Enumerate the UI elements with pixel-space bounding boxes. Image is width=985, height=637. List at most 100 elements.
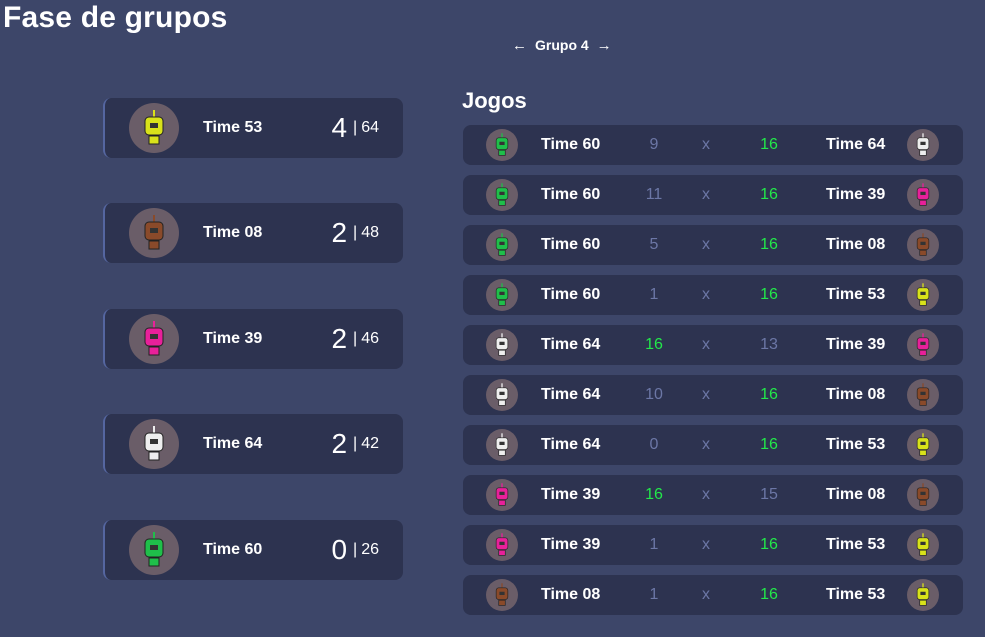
team-avatar — [129, 208, 179, 258]
team-avatar — [129, 103, 179, 153]
home-score: 1 — [649, 586, 659, 603]
away-avatar — [907, 129, 939, 161]
versus-label: x — [702, 386, 710, 403]
robot-icon — [144, 110, 164, 145]
match-row: Time 39 16 x 15 Time 08 — [463, 475, 963, 515]
home-score: 11 — [645, 186, 663, 203]
away-score: 15 — [760, 486, 778, 503]
home-avatar — [486, 479, 518, 511]
team-avatar — [129, 419, 179, 469]
group-label: Grupo 4 — [535, 37, 589, 53]
away-score: 13 — [760, 336, 778, 353]
team-total-score: 42 — [361, 435, 379, 452]
away-team-name: Time 53 — [826, 436, 886, 453]
home-team-name: Time 60 — [541, 186, 601, 203]
home-team-name: Time 39 — [541, 536, 601, 553]
robot-icon — [495, 583, 509, 606]
standing-card: Time 39 2 | 46 — [103, 309, 403, 369]
away-team-name: Time 53 — [826, 586, 886, 603]
away-score: 16 — [760, 136, 778, 153]
away-avatar — [907, 579, 939, 611]
away-team-name: Time 39 — [826, 336, 886, 353]
team-name: Time 08 — [203, 224, 263, 241]
home-team-name: Time 64 — [541, 336, 601, 353]
home-avatar — [486, 579, 518, 611]
away-team-name: Time 64 — [826, 136, 886, 153]
versus-label: x — [702, 436, 710, 453]
match-row: Time 60 9 x 16 Time 64 — [463, 125, 963, 165]
robot-icon — [916, 583, 930, 606]
away-avatar — [907, 529, 939, 561]
robot-icon — [144, 215, 164, 250]
standing-card: Time 64 2 | 42 — [103, 414, 403, 474]
robot-icon — [495, 483, 509, 506]
team-points: 2 — [331, 217, 348, 248]
robot-icon — [144, 426, 164, 461]
team-name: Time 60 — [203, 541, 263, 558]
robot-icon — [495, 133, 509, 156]
robot-icon — [495, 333, 509, 356]
team-name: Time 64 — [203, 435, 263, 452]
home-score: 1 — [649, 536, 659, 553]
versus-label: x — [702, 486, 710, 503]
home-score: 0 — [649, 436, 659, 453]
versus-label: x — [702, 586, 710, 603]
home-avatar — [486, 429, 518, 461]
match-row: Time 60 11 x 16 Time 39 — [463, 175, 963, 215]
home-team-name: Time 60 — [541, 286, 601, 303]
versus-label: x — [702, 336, 710, 353]
team-points: 0 — [331, 534, 348, 565]
versus-label: x — [702, 236, 710, 253]
home-team-name: Time 39 — [541, 486, 601, 503]
away-score: 16 — [760, 386, 778, 403]
versus-label: x — [702, 286, 710, 303]
match-row: Time 39 1 x 16 Time 53 — [463, 525, 963, 565]
team-name: Time 53 — [203, 119, 263, 136]
home-score: 5 — [649, 236, 659, 253]
team-points: 2 — [331, 323, 348, 354]
team-score: 2 | 42 — [331, 428, 379, 460]
standing-card: Time 08 2 | 48 — [103, 203, 403, 263]
away-avatar — [907, 279, 939, 311]
robot-icon — [916, 283, 930, 306]
team-name: Time 39 — [203, 330, 263, 347]
home-team-name: Time 60 — [541, 136, 601, 153]
home-avatar — [486, 179, 518, 211]
home-team-name: Time 64 — [541, 436, 601, 453]
home-score: 16 — [645, 336, 663, 353]
home-avatar — [486, 129, 518, 161]
arrow-left-icon[interactable]: ← — [512, 38, 527, 53]
away-team-name: Time 53 — [826, 536, 886, 553]
match-row: Time 60 5 x 16 Time 08 — [463, 225, 963, 265]
team-score: 2 | 46 — [331, 323, 379, 355]
home-score: 9 — [649, 136, 659, 153]
home-team-name: Time 08 — [541, 586, 601, 603]
team-score: 0 | 26 — [331, 534, 379, 566]
home-team-name: Time 60 — [541, 236, 601, 253]
away-team-name: Time 08 — [826, 486, 886, 503]
away-score: 16 — [760, 236, 778, 253]
home-team-name: Time 64 — [541, 386, 601, 403]
match-row: Time 64 16 x 13 Time 39 — [463, 325, 963, 365]
home-score: 10 — [645, 386, 663, 403]
arrow-right-icon[interactable]: → — [597, 38, 612, 53]
score-separator: | — [353, 435, 358, 452]
team-total-score: 64 — [361, 119, 379, 136]
home-score: 16 — [645, 486, 663, 503]
team-avatar — [129, 314, 179, 364]
team-points: 4 — [331, 112, 348, 143]
versus-label: x — [702, 136, 710, 153]
robot-icon — [495, 383, 509, 406]
home-avatar — [486, 529, 518, 561]
team-points: 2 — [331, 428, 348, 459]
group-navigation: ← Grupo 4 → — [512, 37, 612, 53]
robot-icon — [495, 283, 509, 306]
robot-icon — [495, 433, 509, 456]
score-separator: | — [353, 541, 358, 558]
away-score: 16 — [760, 436, 778, 453]
match-row: Time 64 10 x 16 Time 08 — [463, 375, 963, 415]
robot-icon — [916, 333, 930, 356]
away-team-name: Time 08 — [826, 236, 886, 253]
robot-icon — [916, 133, 930, 156]
robot-icon — [916, 383, 930, 406]
